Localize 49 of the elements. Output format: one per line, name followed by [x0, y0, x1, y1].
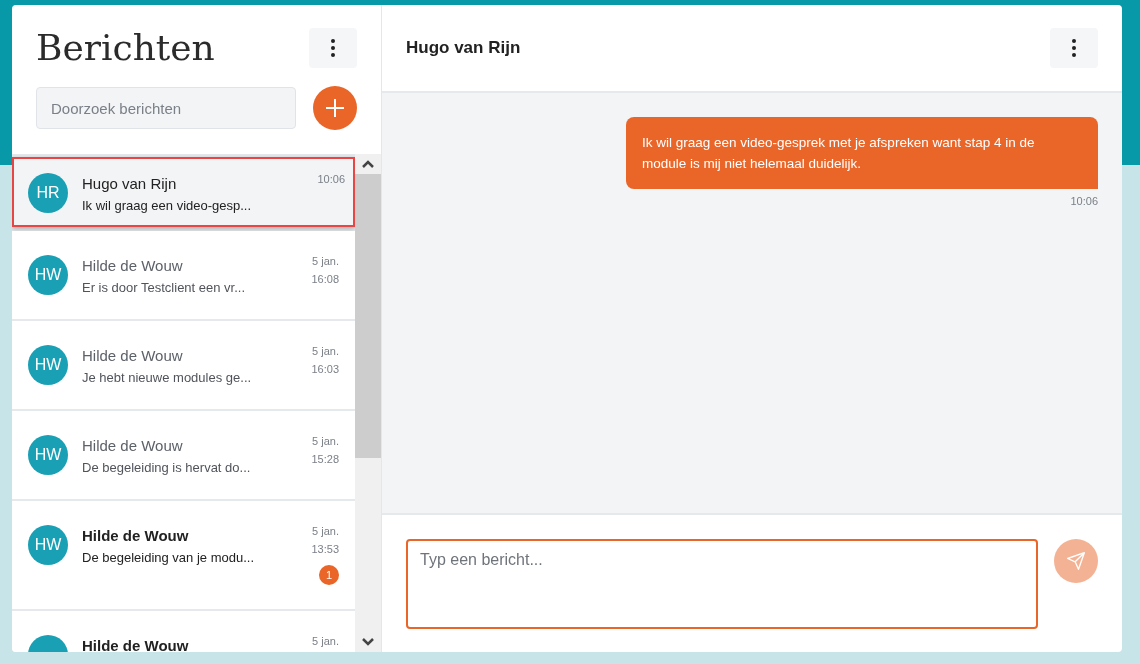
message-time: 10:06 [317, 172, 345, 187]
avatar: HW [28, 255, 68, 295]
message-bubble: Ik wil graag een video-gesprek met je afspreken want stap 4 in de module is mij niet helemaal duidelijk. [626, 117, 1098, 189]
message-preview: Ik wil graag een video-gesp... [82, 198, 253, 213]
message-preview: Je hebt nieuwe modules ge... [82, 370, 253, 385]
message-time: 16:03 [311, 362, 339, 377]
avatar: HW [28, 435, 68, 475]
conversation-item[interactable]: HW Hilde de Wouw Er is door Testclient een vr... 5 jan. 16:08 [12, 231, 355, 319]
contact-name: Hilde de Wouw [82, 527, 190, 544]
chat-title: Hugo van Rijn [406, 38, 521, 58]
message-date: 5 jan. [312, 634, 339, 649]
avatar: HR [28, 173, 68, 213]
message-preview: Er is door Testclient een vr... [82, 280, 247, 295]
message-date: 5 jan. [312, 434, 339, 449]
scroll-thumb[interactable] [355, 174, 381, 458]
message-preview: De begeleiding is hervat do... [82, 460, 252, 475]
conversation-item[interactable]: HW Hilde de Wouw De begeleiding van je modu... 5 jan. 13:53 1 [12, 501, 355, 609]
contact-name: Hilde de Wouw [82, 637, 190, 652]
contact-name: Hugo van Rijn [82, 175, 178, 192]
unread-badge: 1 [319, 565, 339, 585]
scrollbar[interactable] [355, 154, 381, 652]
menu-button[interactable] [309, 27, 357, 68]
avatar: HW [28, 525, 68, 565]
plus-icon [325, 98, 345, 118]
message-time: 13:53 [311, 542, 339, 557]
more-icon [1072, 39, 1076, 57]
message-preview: De begeleiding van je modu... [82, 550, 255, 565]
conversation-item[interactable]: HR Hugo van Rijn Ik wil graag een video-gesp... 10:06 [12, 157, 355, 227]
page-title: Berichten [36, 27, 215, 68]
conversation-item[interactable]: Hilde de Wouw 5 jan. [12, 611, 355, 652]
conversation-item[interactable]: HW Hilde de Wouw Je hebt nieuwe modules ge... 5 jan. 16:03 [12, 321, 355, 409]
avatar: HW [28, 345, 68, 385]
contact-name: Hilde de Wouw [82, 257, 184, 274]
message-time: 16:08 [311, 272, 339, 287]
contact-name: Hilde de Wouw [82, 347, 184, 364]
more-icon [331, 38, 335, 57]
search-field[interactable]: Doorzoek berichten [36, 87, 296, 129]
message-input[interactable]: Typ een bericht... [406, 539, 1038, 629]
send-button[interactable] [1054, 539, 1098, 583]
new-message-button[interactable] [313, 86, 357, 130]
send-icon [1066, 551, 1086, 571]
message-time: 10:06 [1070, 195, 1098, 207]
menu-button[interactable] [1050, 28, 1098, 68]
message-date: 5 jan. [312, 254, 339, 269]
contact-name: Hilde de Wouw [82, 437, 184, 454]
conversation-item[interactable]: HW Hilde de Wouw De begeleiding is hervat do... 5 jan. 15:28 [12, 411, 355, 499]
message-time: 15:28 [311, 452, 339, 467]
message-date: 5 jan. [312, 344, 339, 359]
message-date: 5 jan. [312, 524, 339, 539]
